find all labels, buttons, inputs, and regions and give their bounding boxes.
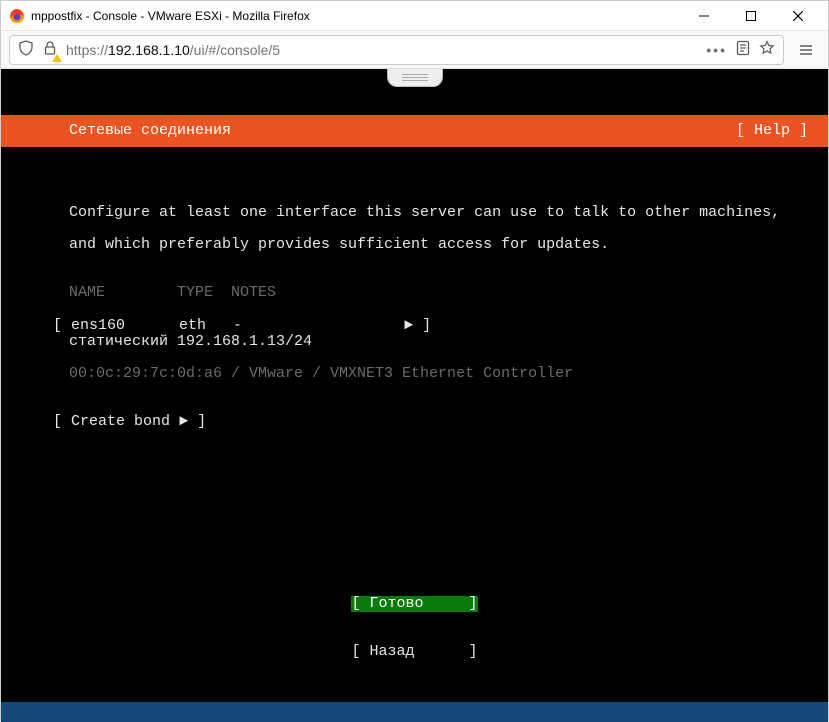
console-bottom-strip	[1, 702, 828, 722]
hamburger-menu-icon[interactable]	[792, 36, 820, 64]
installer-footer: [ Готово ] [ Назад ]	[1, 564, 828, 692]
window-title: mppostfix - Console - VMware ESXi - Mozi…	[31, 9, 681, 23]
instruction-text: and which preferably provides sufficient…	[1, 237, 828, 253]
interface-mac: 00:0c:29:7c:0d:a6 / VMware / VMXNET3 Eth…	[1, 366, 828, 382]
terminal-screen[interactable]: Сетевые соединения [ Help ] Configure at…	[1, 83, 828, 702]
page-actions-icon[interactable]: •••	[706, 42, 727, 58]
instruction-text: Configure at least one interface this se…	[1, 205, 828, 221]
create-bond-button[interactable]: [ Create bond ► ]	[1, 413, 206, 430]
url-bar[interactable]: https://192.168.1.10/ui/#/console/5 •••	[9, 35, 784, 65]
window-titlebar: mppostfix - Console - VMware ESXi - Mozi…	[1, 1, 828, 31]
help-button[interactable]: [ Help ]	[736, 123, 816, 139]
window-controls	[681, 2, 820, 30]
done-button[interactable]: [ Готово ]	[351, 596, 477, 612]
close-button[interactable]	[775, 2, 820, 30]
column-headers: NAMETYPENOTES	[1, 285, 828, 301]
console-pull-tab[interactable]	[387, 69, 443, 87]
firefox-icon	[9, 8, 25, 24]
reader-mode-icon[interactable]	[735, 40, 751, 59]
vmware-console: Сетевые соединения [ Help ] Configure at…	[1, 69, 828, 722]
installer-title: Сетевые соединения	[13, 123, 736, 139]
minimize-button[interactable]	[681, 2, 726, 30]
installer-header: Сетевые соединения [ Help ]	[1, 115, 828, 147]
tracking-protection-icon[interactable]	[18, 40, 34, 59]
interface-row[interactable]: [ ens160eth- ► ]	[1, 317, 431, 334]
bookmark-star-icon[interactable]	[759, 40, 775, 59]
interface-address: статический192.168.1.13/24	[1, 334, 828, 350]
maximize-button[interactable]	[728, 2, 773, 30]
installer-body: Configure at least one interface this se…	[1, 179, 828, 446]
back-button[interactable]: [ Назад ]	[351, 644, 477, 660]
lock-insecure-icon[interactable]	[42, 40, 58, 59]
url-text: https://192.168.1.10/ui/#/console/5	[66, 42, 698, 58]
console-top-strip	[1, 69, 828, 83]
browser-toolbar: https://192.168.1.10/ui/#/console/5 •••	[1, 31, 828, 69]
